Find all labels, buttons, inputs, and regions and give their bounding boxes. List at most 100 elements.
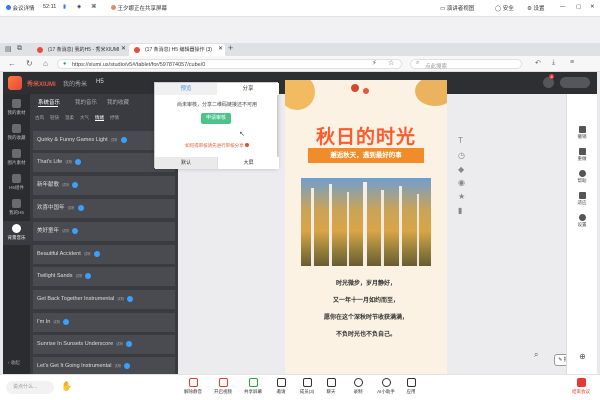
filter-tag[interactable]: 抒情 <box>110 115 119 121</box>
play-icon[interactable] <box>75 158 82 165</box>
record-button[interactable]: 录制 <box>345 378 371 395</box>
redo-button[interactable]: 重做 <box>570 146 594 164</box>
play-icon[interactable] <box>63 318 70 325</box>
security-button[interactable]: ◯ 安全 <box>495 4 514 12</box>
tab-system-music[interactable]: 系统音乐 <box>38 98 60 106</box>
nav-my-materials[interactable]: 我的素材 <box>3 96 30 120</box>
close-icon[interactable]: ✕ <box>590 4 595 10</box>
unmute-button[interactable]: 解除静音 <box>180 378 206 395</box>
filter-tag-active[interactable]: 情绪 <box>95 115 104 121</box>
nav-favorites[interactable]: 我的收藏 <box>3 121 30 145</box>
eye-tool-icon[interactable]: ◉ <box>458 178 465 187</box>
minimize-icon[interactable]: — <box>560 4 566 10</box>
music-item[interactable]: Twilight Sands 试听 <box>33 267 175 286</box>
fit-button[interactable]: 适应 <box>570 190 594 208</box>
play-icon[interactable] <box>72 181 79 188</box>
play-icon[interactable] <box>124 362 131 369</box>
nav-my-h5[interactable]: 我的H5 <box>3 196 30 220</box>
browser-search-box[interactable]: ⌕ 点此搜索 <box>410 59 522 70</box>
reload-icon[interactable]: ↻ <box>26 59 33 68</box>
download-icon[interactable]: ⤓ <box>552 59 555 67</box>
timer-tool-icon[interactable]: ◷ <box>458 151 465 160</box>
popup-warning[interactable]: 如何得审核请先进行审核分享 <box>155 143 279 149</box>
filter-tag[interactable]: 古风 <box>35 115 44 121</box>
back-icon[interactable]: ← <box>8 59 16 68</box>
speaker-view-button[interactable]: ▭ 演讲者视图 <box>440 4 474 12</box>
breadcrumb-my-xiumi[interactable]: 我的秀米 <box>63 79 87 88</box>
trash-tool-icon[interactable]: ▮ <box>458 206 462 215</box>
tab-share[interactable]: 分享 <box>217 83 279 95</box>
music-item[interactable]: Let's Get It Going Instrumental 试听 <box>33 357 175 374</box>
meeting-details-button[interactable]: 会议详情 <box>6 4 35 12</box>
filter-tag[interactable]: 大气 <box>80 115 89 121</box>
raise-hand-icon[interactable]: ✋ <box>61 381 72 392</box>
user-avatar[interactable] <box>560 77 590 88</box>
h5-page-preview[interactable]: 秋日的时光 邂逅秋天，遇到最好的事 时光微步，岁月静好， 又一年十一月如约而至，… <box>285 80 447 374</box>
music-item[interactable]: Beautiful Accident 试听 <box>33 245 175 264</box>
collapse-button[interactable]: ‹ 收起 <box>8 360 20 366</box>
browser-tab-1[interactable]: (17 条消息) 我的H5 - 秀米XIUMI <box>32 44 128 56</box>
settings-button[interactable]: 设置 <box>570 212 594 230</box>
text-tool-icon[interactable]: T <box>458 136 463 145</box>
tab-my-favorites[interactable]: 我的收藏 <box>107 98 129 106</box>
zoom-icon[interactable]: ⌕ <box>534 350 538 360</box>
mode-default[interactable]: 默认 <box>155 157 217 169</box>
star-tool-icon[interactable]: ★ <box>458 192 465 201</box>
new-tab-icon[interactable]: + <box>228 43 233 53</box>
bookmark-star-icon[interactable]: ☆ <box>388 59 394 67</box>
end-meeting-button[interactable]: 结束会议 <box>568 378 594 395</box>
shape-tool-icon[interactable]: ◆ <box>458 165 464 174</box>
breadcrumb-h5[interactable]: H5 <box>96 79 104 85</box>
preview-label: 试听 <box>117 297 125 301</box>
play-icon[interactable] <box>85 272 92 279</box>
music-item[interactable]: 新年献歌 试听 <box>33 176 175 195</box>
ai-assistant-button[interactable]: AI小助手 <box>373 378 399 395</box>
extension-icon[interactable]: ⚡ <box>372 59 377 67</box>
play-icon[interactable] <box>93 250 100 257</box>
filter-tag[interactable]: 轻快 <box>50 115 59 121</box>
url-field[interactable]: ● https://xiumi.us/studio/v5#/tablet/for… <box>57 59 402 69</box>
nav-music[interactable]: 背景音乐 <box>3 221 30 245</box>
presenter-info[interactable]: 王夕娜正在共享屏幕 <box>111 4 167 12</box>
invite-button[interactable]: 邀请 <box>268 378 294 395</box>
help-icon <box>578 170 586 177</box>
tab-preview[interactable]: 预览 <box>155 83 217 95</box>
history-icon[interactable]: ↶ <box>535 59 541 67</box>
tab-close-icon[interactable]: ✕ <box>121 45 126 52</box>
browser-tab-2[interactable]: (17 条消息) H5 编辑器操作 (3) <box>129 44 225 56</box>
play-icon[interactable] <box>126 340 133 347</box>
chat-input[interactable]: 说点什么... <box>6 381 54 394</box>
filter-tag[interactable]: 温柔 <box>65 115 74 121</box>
bb-label: 共享屏幕 <box>244 389 262 394</box>
members-button[interactable]: 成员(3) <box>294 378 320 395</box>
chat-button[interactable]: 聊天 <box>318 378 344 395</box>
birch-trunk <box>311 188 314 266</box>
music-item[interactable]: 欢喜中国年 试听 <box>33 199 175 218</box>
nav-images[interactable]: 图片素材 <box>3 146 30 170</box>
play-icon[interactable] <box>72 227 79 234</box>
home-icon[interactable]: ⌂ <box>43 59 48 68</box>
music-item[interactable]: Sunrise In Sunsets Underscore 试听 <box>33 335 175 354</box>
apps-button[interactable]: 应用 <box>398 378 424 395</box>
play-icon[interactable] <box>120 136 127 143</box>
play-icon[interactable] <box>77 204 84 211</box>
more-menu-icon[interactable]: ≡ <box>570 59 574 66</box>
music-item[interactable]: 美好童年 试听 <box>33 222 175 241</box>
mode-large-screen[interactable]: 大屏 <box>217 157 279 169</box>
help-button[interactable]: 帮助 <box>570 168 594 186</box>
music-item[interactable]: I'm In 试听 <box>33 313 175 332</box>
zoom-in-icon[interactable]: ⊕ <box>579 352 586 361</box>
nav-components[interactable]: H5组件 <box>3 171 30 195</box>
tab-my-music[interactable]: 我的音乐 <box>75 98 97 106</box>
browser-menu-icon[interactable]: ▤ <box>5 45 12 53</box>
undo-button[interactable]: 撤销 <box>570 124 594 142</box>
share-screen-button[interactable]: 共享屏幕 <box>240 378 266 395</box>
music-item[interactable]: Get Back Together Instrumental 试听 <box>33 290 175 309</box>
tab-close-icon[interactable]: ✕ <box>218 45 223 52</box>
tab-list-icon[interactable]: ⧉ <box>17 45 22 53</box>
maximize-icon[interactable]: ▢ <box>576 4 581 10</box>
apply-review-button[interactable]: 申请审核 <box>201 113 231 124</box>
settings-button[interactable]: ⚙ 设置 <box>527 4 544 12</box>
start-video-button[interactable]: 开启视频 <box>210 378 236 395</box>
play-icon[interactable] <box>127 295 134 302</box>
